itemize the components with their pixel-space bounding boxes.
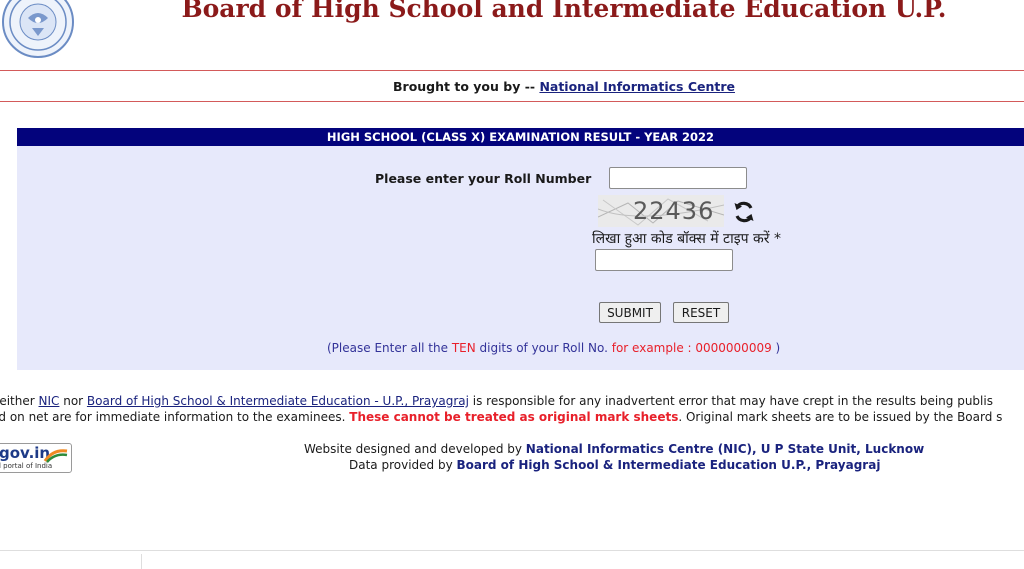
result-form-panel [17,128,1024,370]
credit-line: Brought to you by -- National Informatic… [393,79,735,94]
footer-text: Data provided by [349,458,457,472]
submit-button[interactable]: SUBMIT [599,302,661,323]
roll-number-hint: (Please Enter all the TEN digits of your… [327,341,780,355]
form-panel-title: HIGH SCHOOL (CLASS X) EXAMINATION RESULT… [17,128,1024,146]
footer-data-provider: Board of High School & Intermediate Educ… [456,458,881,472]
captcha-image: 22436 [598,195,724,227]
bottom-divider [0,550,1024,551]
india-flag-icon [43,449,68,463]
disclaimer-text: is responsible for any inadvertent error… [468,394,993,408]
footer-credit-line-1: Website designed and developed by Nation… [304,442,924,456]
captcha-label: लिखा हुआ कोड बॉक्स में टाइप करें * [592,231,781,247]
hint-open: (Please Enter all the [327,341,452,355]
govin-subtitle: l portal of India [0,462,53,470]
hint-ten: TEN [451,341,476,355]
reset-button[interactable]: RESET [673,302,729,323]
nic-credit-link[interactable]: National Informatics Centre [539,79,735,94]
bottom-divider-tick [141,554,142,569]
hint-close: ) [771,341,781,355]
captcha-input[interactable] [595,249,733,271]
hint-mid: digits of your Roll No. [475,341,612,355]
page-title: Board of High School and Intermediate Ed… [181,0,947,23]
disclaimer-warning: These cannot be treated as original mark… [349,410,679,424]
header-divider-top [0,70,1024,71]
disclaimer-text: nor [59,394,87,408]
roll-number-input[interactable] [609,167,747,189]
disclaimer-text: leither [0,394,39,408]
credit-prefix: Brought to you by -- [393,79,540,94]
disclaimer-line-1: leither NIC nor Board of High School & I… [0,394,993,408]
footer-text: Website designed and developed by [304,442,526,456]
captcha-code: 22436 [633,197,715,225]
disclaimer-line-2: ed on net are for immediate information … [0,410,1002,424]
nic-link[interactable]: NIC [39,394,60,408]
footer-credit-line-2: Data provided by Board of High School & … [349,458,880,472]
roll-number-label: Please enter your Roll Number [375,171,592,186]
hint-example: for example : 0000000009 [611,341,772,355]
board-link[interactable]: Board of High School & Intermediate Educ… [87,394,469,408]
india-gov-portal-badge[interactable]: gov.in l portal of India [0,443,72,473]
refresh-captcha-icon[interactable] [731,199,757,225]
footer-developer: National Informatics Centre (NIC), U P S… [525,442,925,456]
disclaimer-text: . Original mark sheets are to be issued … [678,410,1003,424]
disclaimer-text: ed on net are for immediate information … [0,410,350,424]
header-divider-bottom [0,101,1024,102]
